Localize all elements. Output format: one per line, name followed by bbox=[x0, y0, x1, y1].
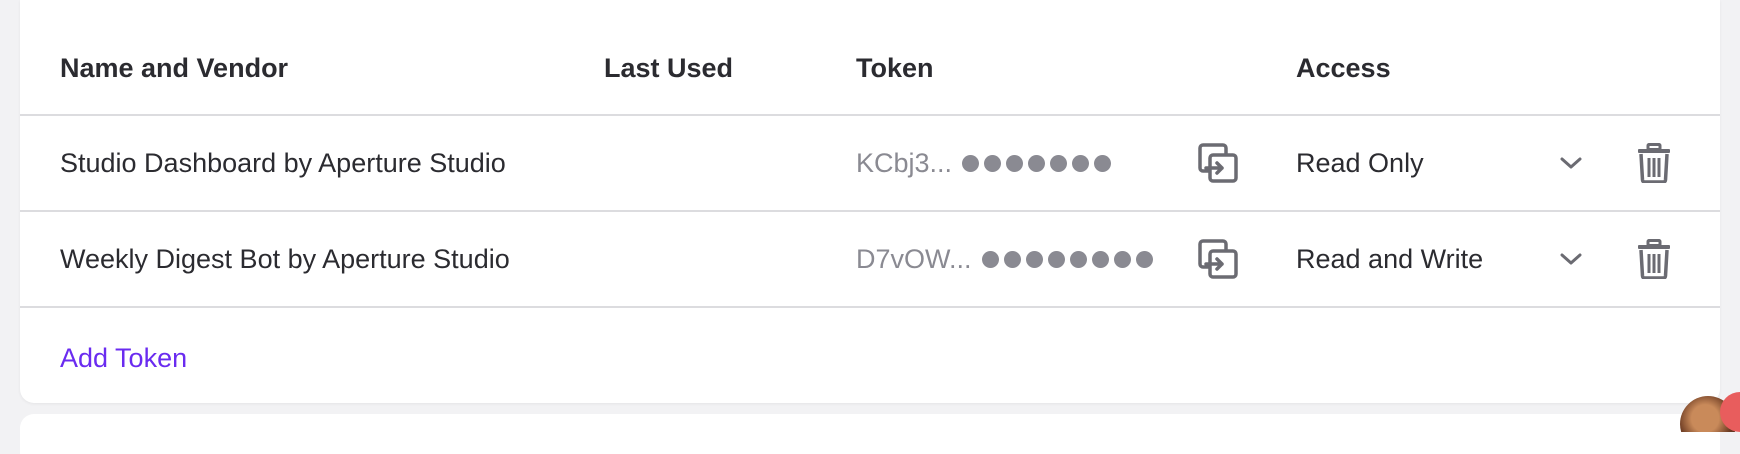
access-select[interactable]: Read and Write bbox=[1296, 212, 1596, 306]
trash-icon bbox=[1638, 143, 1670, 183]
next-card-edge bbox=[20, 414, 1720, 454]
token-mask bbox=[962, 154, 1112, 172]
header-last-used: Last Used bbox=[604, 53, 734, 83]
chevron-down-icon bbox=[1560, 253, 1582, 265]
token-value: KCbj3... bbox=[856, 116, 1156, 210]
user-avatar-widget[interactable] bbox=[1680, 392, 1740, 432]
add-token-link[interactable]: Add Token bbox=[60, 340, 187, 376]
token-prefix: D7vOW... bbox=[856, 244, 972, 274]
token-prefix: KCbj3... bbox=[856, 148, 953, 178]
token-name: Studio Dashboard by Aperture Studio bbox=[60, 148, 506, 178]
access-dropdown-toggle[interactable] bbox=[1556, 212, 1586, 306]
token-mask bbox=[981, 250, 1153, 268]
table-header: Name and Vendor Last Used Token Access bbox=[20, 0, 1720, 116]
tokens-card: Name and Vendor Last Used Token Access S… bbox=[20, 0, 1720, 403]
header-token: Token bbox=[856, 53, 934, 83]
delete-token-button[interactable] bbox=[1634, 212, 1674, 306]
token-value: D7vOW... bbox=[856, 212, 1156, 306]
header-access: Access bbox=[1296, 53, 1391, 83]
token-name: Weekly Digest Bot by Aperture Studio bbox=[60, 244, 510, 274]
copy-token-button[interactable] bbox=[1194, 212, 1242, 306]
copy-icon bbox=[1198, 239, 1238, 279]
header-name-vendor: Name and Vendor bbox=[60, 53, 289, 83]
delete-token-button[interactable] bbox=[1634, 116, 1674, 210]
copy-icon bbox=[1198, 143, 1238, 183]
chevron-down-icon bbox=[1560, 157, 1582, 169]
table-row: Weekly Digest Bot by Aperture Studio D7v… bbox=[20, 212, 1720, 308]
copy-token-button[interactable] bbox=[1194, 116, 1242, 210]
table-row: Studio Dashboard by Aperture Studio KCbj… bbox=[20, 116, 1720, 212]
access-dropdown-toggle[interactable] bbox=[1556, 116, 1586, 210]
trash-icon bbox=[1638, 239, 1670, 279]
access-select[interactable]: Read Only bbox=[1296, 116, 1596, 210]
